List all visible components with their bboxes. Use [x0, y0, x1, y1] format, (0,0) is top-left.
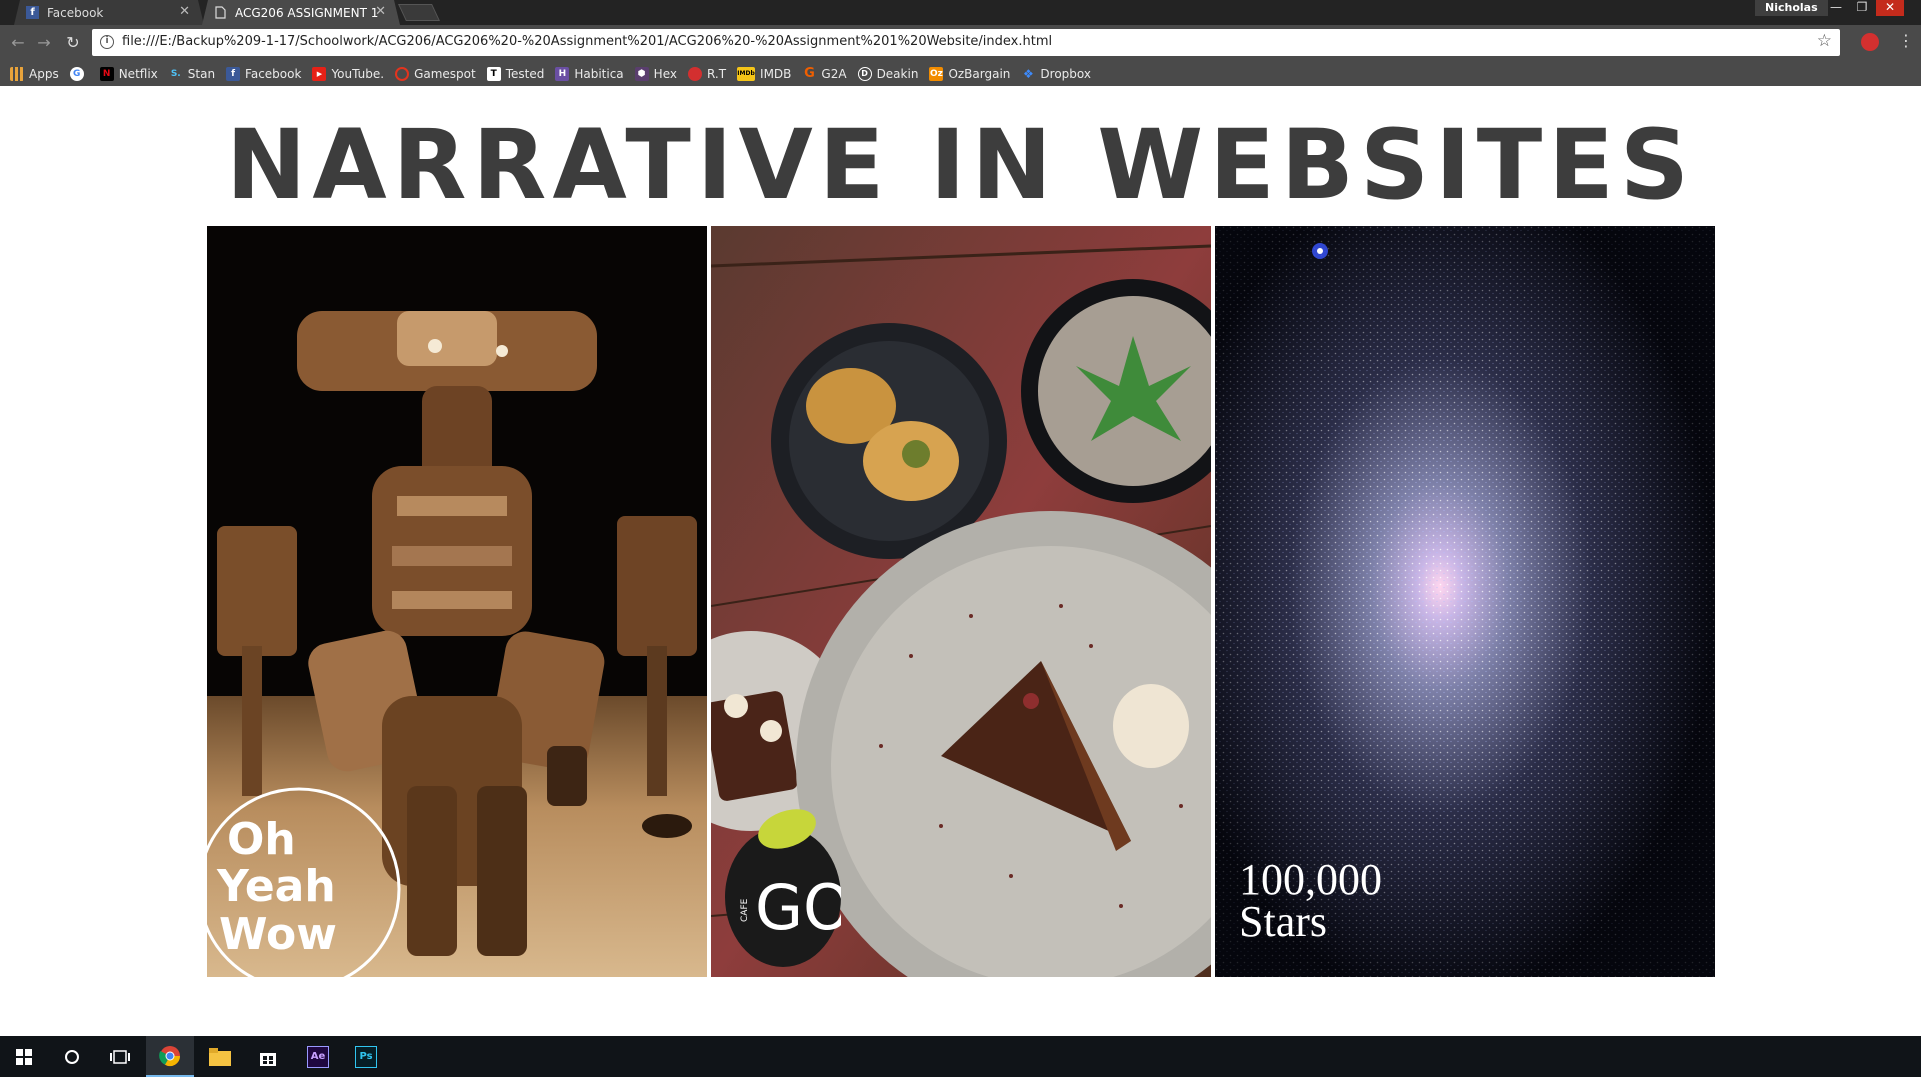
bookmark-google[interactable]: G [69, 66, 89, 81]
cortana-search-icon[interactable] [48, 1036, 96, 1077]
youtube-icon: ▶ [312, 66, 327, 81]
svg-text:GO: GO [755, 871, 841, 944]
svg-text:CAFE: CAFE [740, 898, 750, 922]
document-icon [214, 6, 227, 19]
new-tab-button[interactable] [398, 4, 440, 21]
hex-icon: ⬢ [634, 66, 649, 81]
tested-icon: T [486, 66, 501, 81]
bookmark-ozbargain[interactable]: Oz OzBargain [929, 66, 1010, 81]
gamespot-icon [395, 66, 410, 81]
bookmark-hex[interactable]: ⬢ Hex [634, 66, 677, 81]
stars-label: 100,000 Stars [1239, 855, 1382, 946]
svg-text:Yeah: Yeah [216, 861, 336, 912]
chrome-menu-icon[interactable]: ⋮ [1898, 32, 1914, 50]
g2a-icon: G [804, 66, 815, 81]
after-effects-icon[interactable]: Ae [294, 1036, 342, 1077]
forward-button[interactable]: → [35, 34, 53, 52]
reload-button[interactable]: ↻ [64, 34, 82, 52]
browser-toolbar: ← → ↻ i file:///E:/Backup%209-1-17/Schoo… [0, 25, 1921, 61]
tab-label: ACG206 ASSIGNMENT 1 [235, 5, 379, 20]
bookmark-imdb[interactable]: IMDb IMDB [737, 66, 791, 81]
svg-text:Oh: Oh [227, 814, 296, 865]
oh-yeah-wow-panel[interactable]: Oh Yeah Wow [207, 226, 707, 977]
page-title: NARRATIVE IN WEBSITES [225, 109, 1695, 221]
svg-text:Wow: Wow [219, 909, 337, 960]
minimize-button[interactable]: — [1822, 0, 1850, 16]
tab-assignment[interactable]: ACG206 ASSIGNMENT 1 ✕ [202, 0, 400, 25]
imdb-icon: IMDb [737, 66, 756, 81]
bookmark-tested[interactable]: T Tested [486, 66, 544, 81]
bookmark-rt[interactable]: R.T [687, 66, 726, 81]
tab-strip: f Facebook ✕ ACG206 ASSIGNMENT 1 ✕ Nicho… [0, 0, 1921, 25]
bookmark-youtube[interactable]: ▶ YouTube. [312, 66, 384, 81]
dropbox-icon: ❖ [1023, 66, 1034, 81]
google-icon: G [69, 66, 84, 81]
habitica-icon: H [555, 66, 570, 81]
windows-taskbar: Ae Ps [0, 1036, 1921, 1077]
stars-word: Stars [1239, 897, 1327, 946]
stars-count: 100,000 [1239, 855, 1382, 904]
tomato-icon [687, 66, 702, 81]
extension-icon[interactable] [1861, 33, 1879, 51]
url-text[interactable]: file:///E:/Backup%209-1-17/Schoolwork/AC… [122, 34, 1052, 49]
bookmark-apps[interactable]: Apps [10, 66, 59, 81]
deakin-icon: D [857, 66, 872, 81]
chrome-icon[interactable] [146, 1036, 194, 1077]
restore-button[interactable]: ❐ [1848, 0, 1876, 16]
bookmark-deakin[interactable]: D Deakin [857, 66, 918, 81]
ozbargain-icon: Oz [929, 66, 944, 81]
bookmark-netflix[interactable]: N Netflix [99, 66, 158, 81]
store-icon[interactable] [244, 1036, 292, 1077]
facebook-icon: f [226, 66, 241, 81]
cafe-go-panel[interactable]: GO CAFE [711, 226, 1211, 977]
tab-facebook[interactable]: f Facebook ✕ [14, 0, 204, 25]
stars-panel[interactable]: 100,000 Stars [1215, 226, 1715, 977]
close-tab-icon[interactable]: ✕ [375, 4, 386, 19]
stan-icon: S. [170, 68, 181, 79]
close-window-button[interactable]: ✕ [1876, 0, 1904, 16]
bookmark-g2a[interactable]: G G2A [802, 66, 847, 81]
bookmark-stan[interactable]: S. Stan [169, 67, 215, 81]
bookmarks-bar: Apps G N Netflix S. Stan f Facebook ▶ YouTub… [0, 61, 1921, 86]
bookmark-facebook[interactable]: f Facebook [226, 66, 301, 81]
photoshop-icon[interactable]: Ps [342, 1036, 390, 1077]
bookmark-star-icon[interactable]: ☆ [1817, 31, 1832, 51]
profile-button[interactable]: Nicholas [1755, 0, 1828, 16]
windows-start-icon[interactable] [0, 1036, 48, 1077]
info-icon[interactable]: i [100, 35, 114, 49]
file-explorer-icon[interactable] [196, 1036, 244, 1077]
cafe-go-logo: GO CAFE [725, 797, 852, 967]
close-tab-icon[interactable]: ✕ [179, 4, 190, 19]
apps-grid-icon [10, 66, 24, 81]
cafe-go-logo-graphic: GO CAFE [725, 809, 852, 967]
address-bar[interactable]: i file:///E:/Backup%209-1-17/Schoolwork/… [92, 29, 1840, 56]
facebook-icon: f [26, 6, 39, 19]
page-content: NARRATIVE IN WEBSITES Oh Yeah Wow GO CAF… [0, 86, 1921, 1036]
bookmark-habitica[interactable]: H Habitica [555, 66, 624, 81]
bookmark-gamespot[interactable]: Gamespot [395, 66, 476, 81]
oh-yeah-wow-logo: Oh Yeah Wow [207, 787, 401, 977]
bookmark-dropbox[interactable]: ❖ Dropbox [1021, 67, 1091, 81]
task-view-icon[interactable] [96, 1036, 144, 1077]
netflix-icon: N [99, 66, 114, 81]
back-button[interactable]: ← [9, 34, 27, 52]
tab-label: Facebook [47, 5, 104, 20]
